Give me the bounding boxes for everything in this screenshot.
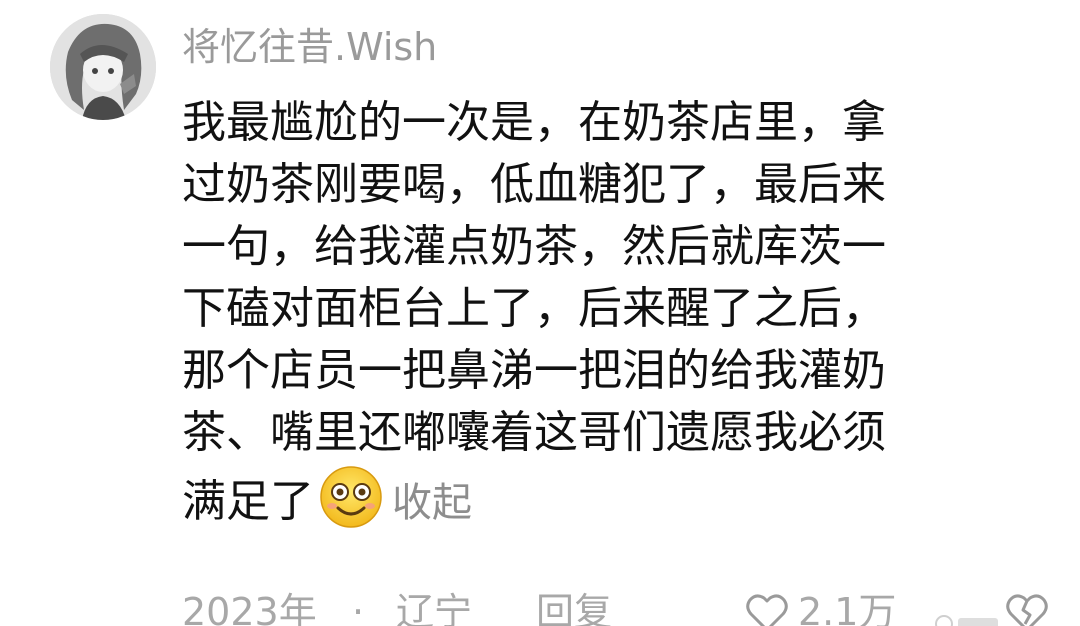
post-year: 2023年 — [182, 590, 317, 626]
watermark-icon — [935, 615, 998, 626]
like-count: 2.1万 — [798, 590, 897, 626]
comment-line: 满足了 — [182, 476, 314, 527]
comment-body: 我最尴尬的一次是，在奶茶店里，拿 过奶茶刚要喝，低血糖犯了，最后来 一句，给我灌… — [182, 92, 1022, 534]
laughing-face-emoji-icon — [320, 466, 382, 528]
heart-outline-icon[interactable] — [744, 590, 790, 626]
comment-line: 我最尴尬的一次是，在奶茶店里，拿 — [182, 97, 886, 148]
comment-last-line: 满足了 收起 — [182, 464, 1022, 534]
reply-button[interactable]: 回复 — [536, 586, 612, 626]
username[interactable]: 将忆往昔.Wish — [182, 18, 437, 76]
collapse-button[interactable]: 收起 — [392, 480, 472, 526]
comment-line: 那个店员一把鼻涕一把泪的给我灌奶 — [182, 345, 886, 396]
avatar[interactable] — [50, 14, 156, 120]
post-location: 辽宁 — [396, 590, 473, 626]
comment-line: 茶、嘴里还嘟囔着这哥们遗愿我必须 — [182, 407, 886, 458]
comment-footer: 2023年 · 辽宁 回复 2.1万 — [182, 586, 1062, 626]
comment-line: 一句，给我灌点奶茶，然后就库茨一 — [182, 221, 886, 272]
broken-heart-icon[interactable] — [1004, 590, 1050, 626]
comment-line: 下磕对面柜台上了，后来醒了之后， — [182, 283, 886, 334]
comment-line: 过奶茶刚要喝，低血糖犯了，最后来 — [182, 159, 886, 210]
separator-dot: · — [352, 590, 365, 626]
avatar-image — [50, 14, 156, 120]
